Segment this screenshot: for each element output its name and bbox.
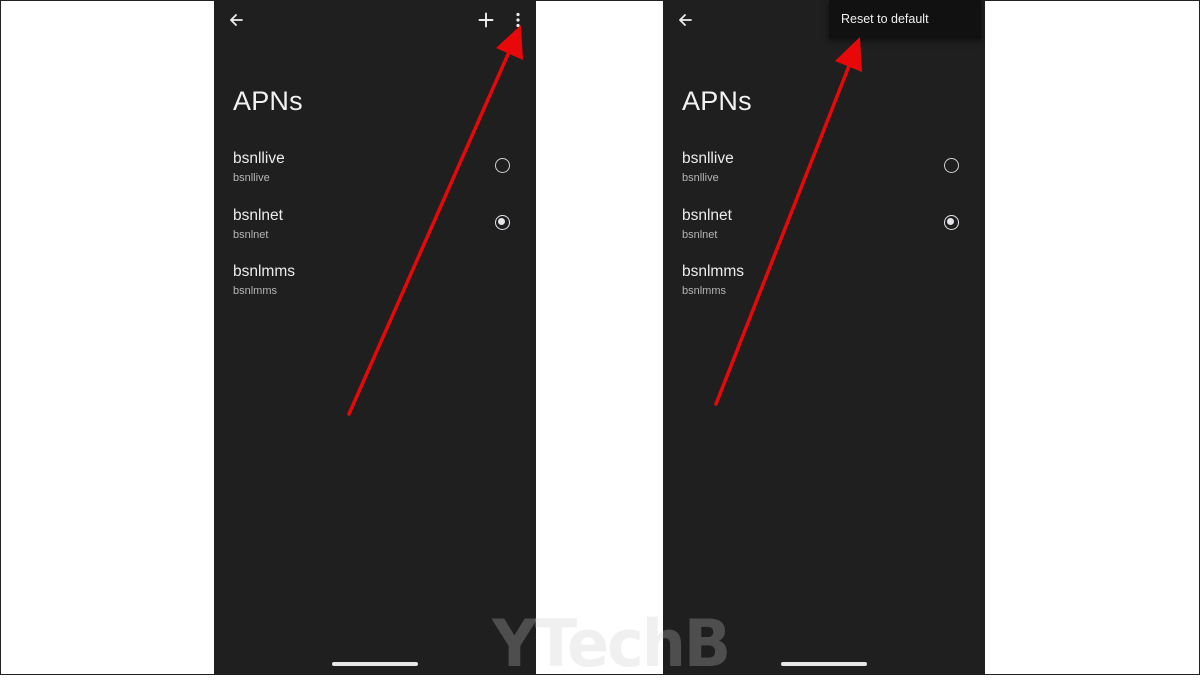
watermark-logo: YTechB (492, 605, 731, 682)
apn-value: bsnllive (233, 172, 270, 184)
page-title: APNs (233, 86, 303, 116)
apn-name: bsnlmms (682, 263, 745, 280)
apn-item-bsnlnet[interactable]: bsnlnet bsnlnet (214, 203, 536, 260)
image-border (0, 0, 1200, 675)
apn-item-bsnllive[interactable]: bsnllive bsnllive (663, 146, 985, 203)
page-title: APNs (682, 86, 752, 116)
apn-name: bsnlnet (682, 206, 732, 224)
add-apn-button[interactable] (472, 6, 500, 34)
apn-name: bsnlmms (233, 263, 296, 280)
apn-radio-button-selected[interactable] (944, 214, 959, 230)
apn-radio-button[interactable] (495, 158, 510, 173)
plus-icon (478, 12, 494, 28)
back-button[interactable] (222, 6, 250, 34)
apn-name: bsnllive (233, 150, 285, 167)
apn-list: bsnllive bsnllive bsnlnet bsnlnet bsnlmm… (214, 146, 536, 316)
apn-value: bsnlmms (682, 285, 727, 297)
apn-value: bsnlmms (233, 285, 278, 297)
apn-radio-button-selected[interactable] (495, 214, 510, 230)
phone-screen-before: APNs bsnllive bsnllive bsnlnet bsnlnet b… (214, 0, 536, 675)
arrow-back-icon (230, 14, 243, 26)
phone-screen-menu-open: Reset to default APNs bsnllive bsnllive … (663, 0, 985, 675)
apn-name: bsnlnet (233, 206, 283, 224)
apn-item-bsnlmms[interactable]: bsnlmms bsnlmms (663, 259, 985, 316)
apn-name: bsnllive (682, 150, 734, 167)
more-options-button[interactable] (504, 6, 532, 34)
top-app-bar (214, 0, 536, 40)
apn-item-bsnllive[interactable]: bsnllive bsnllive (214, 146, 536, 203)
apn-value: bsnlnet (233, 228, 269, 241)
back-button[interactable] (671, 6, 699, 34)
gesture-nav-bar[interactable] (781, 662, 867, 666)
apn-value: bsnlnet (682, 228, 718, 241)
annotation-arrows (347, 25, 862, 416)
apn-radio-button[interactable] (944, 158, 959, 173)
apn-value: bsnllive (682, 172, 719, 184)
reset-to-default-menu-item[interactable]: Reset to default (841, 12, 929, 26)
apn-list: bsnllive bsnllive bsnlnet bsnlnet bsnlmm… (663, 146, 985, 316)
apn-item-bsnlnet[interactable]: bsnlnet bsnlnet (663, 203, 985, 260)
apn-item-bsnlmms[interactable]: bsnlmms bsnlmms (214, 259, 536, 316)
overflow-menu: Reset to default (829, 0, 981, 39)
more-vert-icon (516, 12, 520, 28)
arrow-back-icon (679, 14, 692, 26)
gesture-nav-bar[interactable] (332, 662, 418, 666)
